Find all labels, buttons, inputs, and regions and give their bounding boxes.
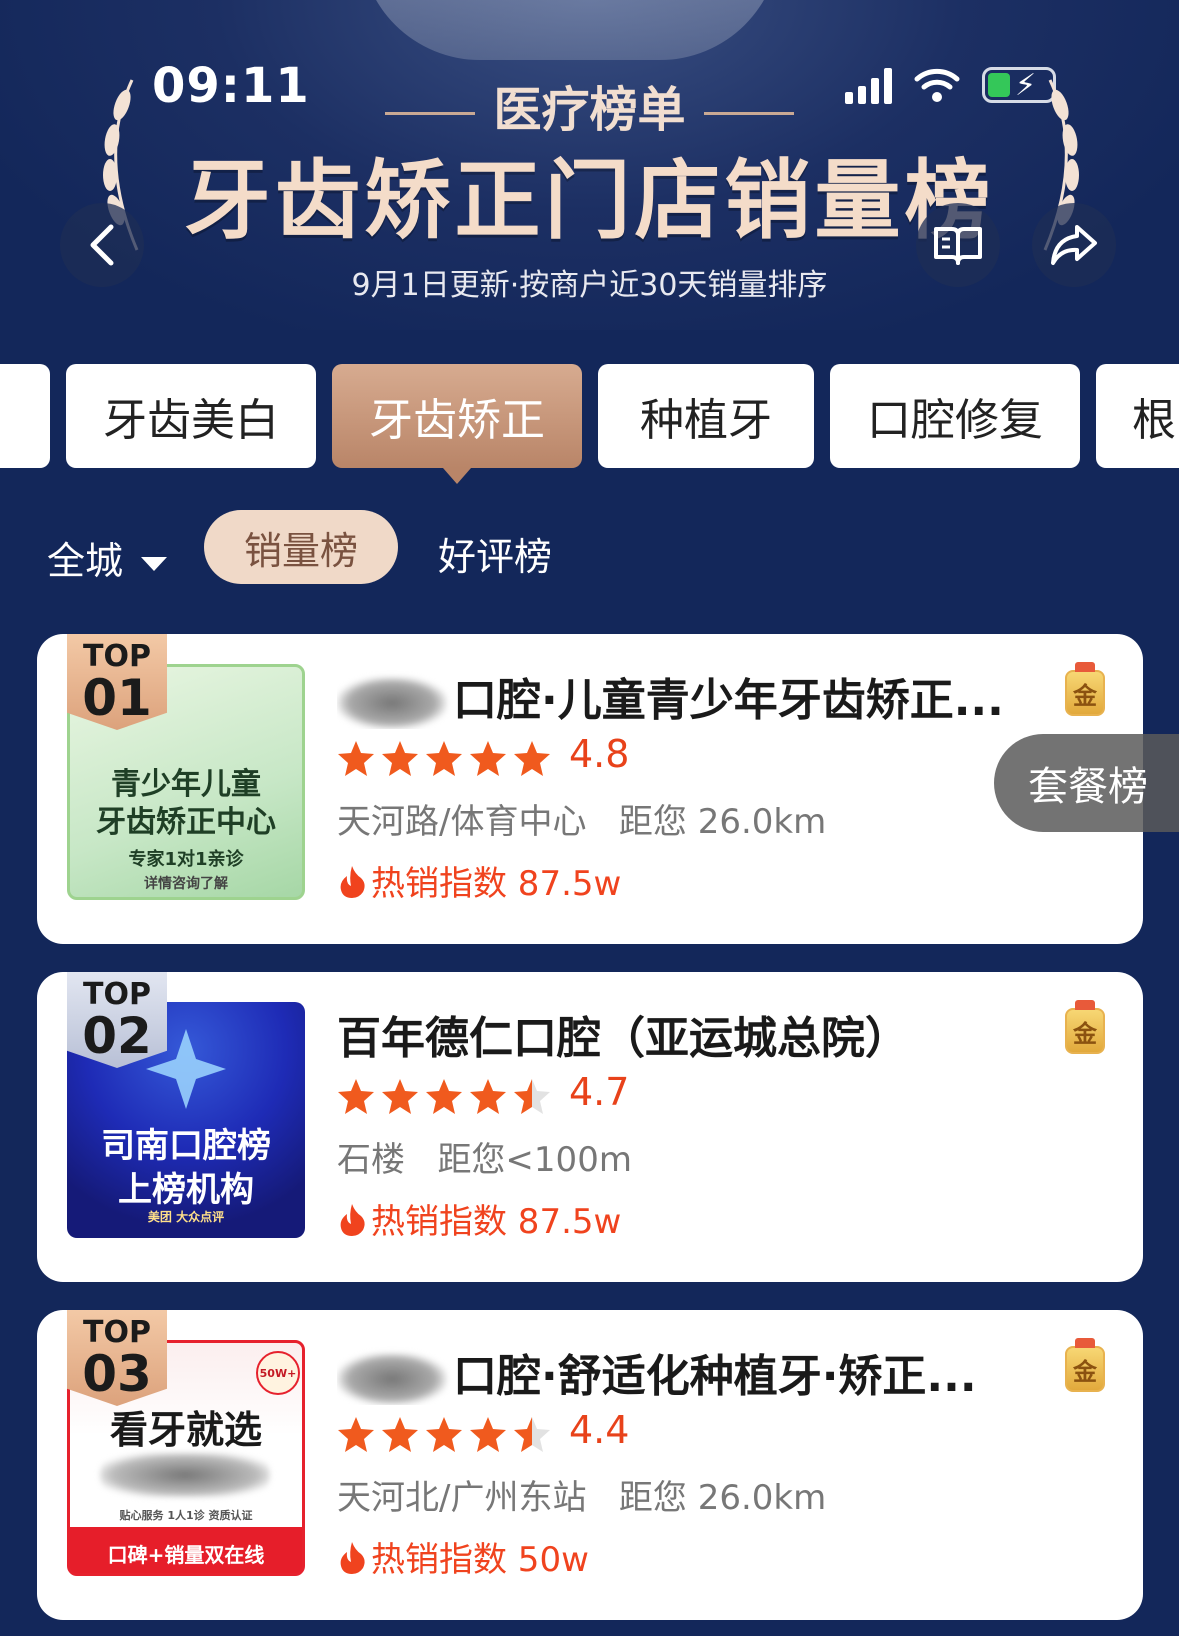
city-dropdown[interactable]: 全城 xyxy=(47,530,168,585)
update-note: 9月1日更新·按商户近30天销量排序 xyxy=(351,268,828,303)
thumb-text: 司南口腔榜 xyxy=(101,1126,271,1166)
store-name: 口腔·儿童青少年牙齿矫正... xyxy=(337,664,1077,729)
gold-medal-icon: 金 xyxy=(1065,1000,1105,1054)
review-ranking-tab[interactable]: 好评榜 xyxy=(438,526,552,581)
thumb-text: 口碑+销量双在线 xyxy=(107,1543,265,1567)
thumb-text: 看牙就选 xyxy=(109,1408,262,1452)
distance-label: 距您 26.0km xyxy=(618,1478,827,1518)
thumb-text: 牙齿矫正中心 xyxy=(96,805,276,840)
store-card[interactable]: 青少年儿童 牙齿矫正中心 专家1对1亲诊 详情咨询了解 TOP 01 口腔·儿童… xyxy=(37,634,1143,944)
star-full-icon xyxy=(382,741,418,776)
share-button[interactable] xyxy=(1032,203,1116,287)
store-card[interactable]: 司南口腔榜 上榜机构 美团 大众点评 TOP 02 百年德仁口腔（亚运城总院） … xyxy=(37,972,1143,1282)
tab-previous[interactable] xyxy=(0,364,50,468)
gold-medal-icon: 金 xyxy=(1065,662,1105,716)
star-full-icon xyxy=(338,1079,374,1114)
star-full-icon xyxy=(338,741,374,776)
star-rating xyxy=(337,1415,551,1453)
caret-down-icon xyxy=(141,556,168,571)
store-location: 天河北/广州东站 距您 26.0km xyxy=(337,1470,826,1519)
chevron-left-icon xyxy=(90,224,114,266)
blurred-name-prefix xyxy=(337,677,447,729)
blurred-text xyxy=(100,1453,270,1497)
banner-photo xyxy=(360,0,780,60)
store-name-text: 百年德仁口腔（亚运城总院） xyxy=(337,1013,909,1064)
star-full-icon xyxy=(470,741,506,776)
tab-implant[interactable]: 种植牙 xyxy=(598,364,814,468)
tab-whitening[interactable]: 牙齿美白 xyxy=(66,364,316,468)
rank-top-label: TOP xyxy=(83,639,151,674)
star-full-icon xyxy=(470,1079,506,1114)
store-card[interactable]: 50W+ 看牙就选 贴心服务 1人1诊 资质认证 口碑+销量双在线 TOP 03… xyxy=(37,1310,1143,1620)
share-icon xyxy=(1051,225,1097,265)
rating-score: 4.8 xyxy=(569,732,630,776)
header-banner: 09:11 ⚡ 医疗榜单 牙齿矫正门店销量榜 9月1日更新·按商户近30天销量排… xyxy=(0,0,1179,330)
store-name-text: 口腔·舒适化种植牙·矫正... xyxy=(453,1351,977,1402)
distance-label: 距您 26.0km xyxy=(618,802,827,842)
star-rating xyxy=(337,1077,551,1115)
category-tabs: 牙齿美白 牙齿矫正 种植牙 口腔修复 根 xyxy=(0,364,1179,484)
rating-score: 4.7 xyxy=(569,1070,630,1114)
rank-number: 01 xyxy=(82,669,152,727)
star-half-icon xyxy=(514,1417,550,1452)
gold-medal-icon: 金 xyxy=(1065,1338,1105,1392)
store-location: 石楼 距您<100m xyxy=(337,1132,632,1181)
book-icon xyxy=(934,227,982,265)
star-half-icon xyxy=(514,1079,550,1114)
flame-icon xyxy=(340,1541,365,1574)
thumb-text: 美团 大众点评 xyxy=(147,1210,225,1224)
area-label: 天河路/体育中心 xyxy=(337,802,587,842)
hot-index: 热销指数 50w xyxy=(337,1532,589,1581)
area-label: 石楼 xyxy=(337,1140,405,1180)
city-label: 全城 xyxy=(47,539,124,583)
rank-badge: TOP 02 xyxy=(67,972,167,1068)
area-label: 天河北/广州东站 xyxy=(337,1478,587,1518)
rank-badge: TOP 01 xyxy=(67,634,167,730)
page-title: 牙齿矫正门店销量榜 xyxy=(184,151,995,251)
star-full-icon xyxy=(470,1417,506,1452)
star-full-icon xyxy=(338,1417,374,1452)
hot-index-label: 热销指数 87.5w xyxy=(371,864,622,904)
store-name-text: 口腔·儿童青少年牙齿矫正... xyxy=(453,675,1004,726)
guide-button[interactable] xyxy=(916,203,1000,287)
star-rating xyxy=(337,739,551,777)
star-full-icon xyxy=(426,741,462,776)
rank-number: 03 xyxy=(82,1345,152,1403)
store-name: 百年德仁口腔（亚运城总院） xyxy=(337,1002,1077,1066)
star-full-icon xyxy=(426,1417,462,1452)
rank-top-label: TOP xyxy=(83,977,151,1012)
tab-restoration[interactable]: 口腔修复 xyxy=(830,364,1080,468)
distance-label: 距您<100m xyxy=(437,1140,632,1180)
rank-top-label: TOP xyxy=(83,1315,151,1350)
star-full-icon xyxy=(426,1079,462,1114)
sales-seal: 50W+ xyxy=(256,1351,300,1395)
thumb-text: 详情咨询了解 xyxy=(144,876,228,892)
star-full-icon xyxy=(382,1417,418,1452)
tab-orthodontics[interactable]: 牙齿矫正 xyxy=(332,364,582,484)
thumb-text: 专家1对1亲诊 xyxy=(128,849,244,870)
filter-row: 全城 销量榜 好评榜 xyxy=(0,508,1179,588)
thumb-text: 上榜机构 xyxy=(118,1170,254,1210)
blurred-name-prefix xyxy=(337,1353,447,1405)
flame-icon xyxy=(340,865,365,898)
hot-index: 热销指数 87.5w xyxy=(337,1194,621,1243)
thumb-text: 贴心服务 1人1诊 资质认证 xyxy=(119,1509,253,1522)
back-button[interactable] xyxy=(60,203,144,287)
store-location: 天河路/体育中心 距您 26.0km xyxy=(337,794,826,843)
rank-badge: TOP 03 xyxy=(67,1310,167,1406)
flame-icon xyxy=(340,1203,365,1236)
star-full-icon xyxy=(514,741,550,776)
hot-index-label: 热销指数 50w xyxy=(371,1540,589,1580)
star-full-icon xyxy=(382,1079,418,1114)
hot-index: 热销指数 87.5w xyxy=(337,856,621,905)
package-ranking-button[interactable]: 套餐榜 xyxy=(994,734,1179,832)
hot-index-label: 热销指数 87.5w xyxy=(371,1202,622,1242)
tab-root-canal[interactable]: 根 xyxy=(1096,364,1179,468)
rank-number: 02 xyxy=(82,1007,152,1065)
sales-ranking-tab[interactable]: 销量榜 xyxy=(204,510,398,584)
rating-score: 4.4 xyxy=(569,1408,630,1452)
store-name: 口腔·舒适化种植牙·矫正... xyxy=(337,1340,1077,1405)
